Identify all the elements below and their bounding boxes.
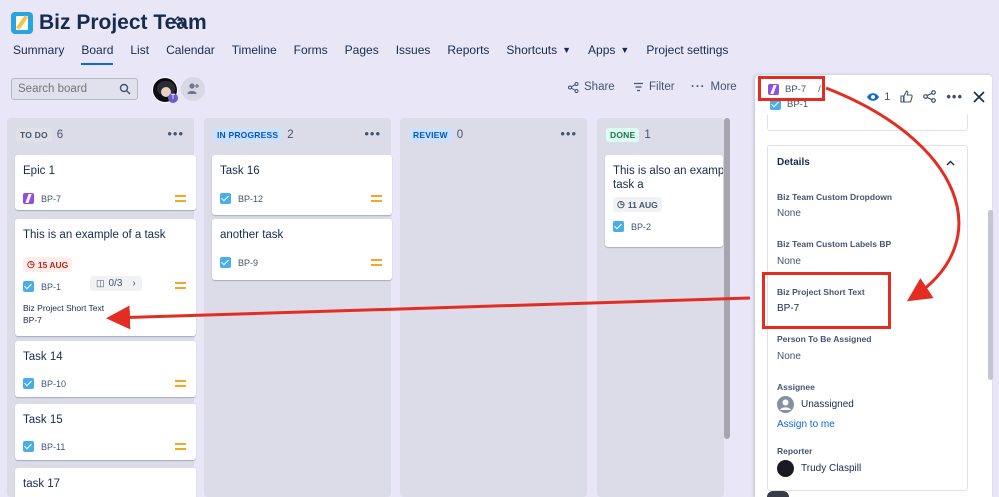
annotation-arrows: [106, 86, 961, 330]
arrow-field-to-card: [106, 296, 751, 330]
arrow-breadcrumb-to-field: [825, 86, 961, 302]
